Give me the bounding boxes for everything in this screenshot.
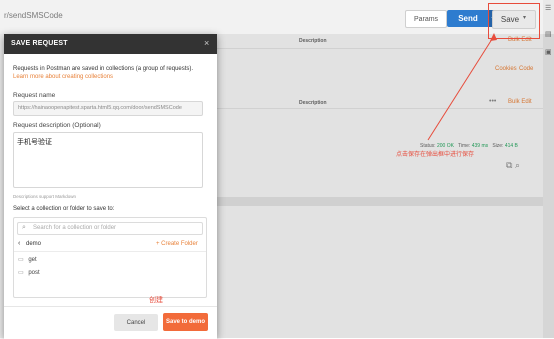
description-textarea[interactable]: 手机号验证 <box>13 132 203 188</box>
collection-search-placeholder: Search for a collection or folder <box>33 225 117 231</box>
save-annotation-text: 点击保存在弹出框中进行保存 <box>396 152 475 158</box>
folder-name: get <box>28 257 37 263</box>
learn-more-link[interactable]: Learn more about creating collections <box>13 74 113 80</box>
search-icon: ⌕ <box>22 224 26 231</box>
folder-icon: ▭ <box>18 270 24 276</box>
collection-breadcrumb-row: ‹ demo + Create Folder <box>14 237 206 252</box>
request-name-value: https://hainaoopenapitest.sparta.html5.q… <box>18 105 182 111</box>
back-chevron-icon[interactable]: ‹ <box>18 240 20 247</box>
collection-search-input[interactable]: ⌕ Search for a collection or folder <box>17 222 203 235</box>
cancel-button[interactable]: Cancel <box>114 314 158 331</box>
markdown-hint: Descriptions support Markdown <box>13 194 77 199</box>
intro-text: Requests in Postman are saved in collect… <box>13 66 194 72</box>
modal-header: SAVE REQUEST × <box>4 34 217 54</box>
request-name-field[interactable]: https://hainaoopenapitest.sparta.html5.q… <box>13 101 203 116</box>
description-label: Request description (Optional) <box>13 122 101 129</box>
request-name-label: Request name <box>13 92 56 99</box>
close-icon[interactable]: × <box>204 38 209 48</box>
collection-label: Select a collection or folder to save to… <box>13 206 115 212</box>
save-request-modal: SAVE REQUEST × Requests in Postman are s… <box>4 34 217 339</box>
save-to-collection-button[interactable]: Save to demo <box>163 313 208 331</box>
current-collection: demo <box>26 241 42 247</box>
collection-picker: ⌕ Search for a collection or folder ‹ de… <box>13 217 207 304</box>
create-annotation-text: 创建 <box>149 297 163 304</box>
folder-icon: ▭ <box>18 257 24 263</box>
folder-name: post <box>28 270 40 276</box>
folder-item-post[interactable]: ▭ post <box>18 269 40 276</box>
description-value: 手机号验证 <box>17 139 52 146</box>
folder-item-get[interactable]: ▭ get <box>18 256 37 263</box>
modal-title: SAVE REQUEST <box>11 40 68 47</box>
create-folder-link[interactable]: + Create Folder <box>156 241 198 247</box>
